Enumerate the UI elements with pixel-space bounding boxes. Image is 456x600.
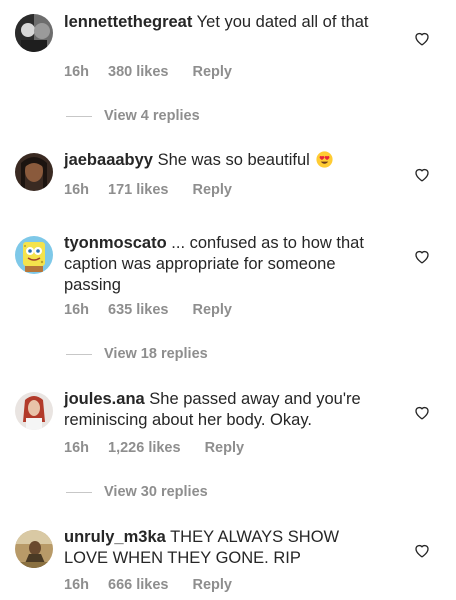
reply-button[interactable]: Reply (192, 64, 232, 80)
heart-outline-icon[interactable] (414, 405, 430, 420)
comment-username[interactable]: unruly_m3ka (64, 528, 166, 546)
replies-divider (66, 353, 92, 355)
replies-divider (66, 115, 92, 117)
comment-likes[interactable]: 1,226 likes (108, 440, 181, 456)
comment-likes[interactable]: 666 likes (108, 577, 168, 593)
reply-button[interactable]: Reply (192, 182, 232, 198)
comment-text-block: tyonmoscato ... confused as to how that … (64, 233, 384, 296)
heart-outline-icon[interactable] (414, 31, 430, 46)
view-replies-button[interactable]: View 4 replies (66, 108, 200, 124)
heart-outline-icon[interactable] (414, 167, 430, 182)
heart-outline-icon[interactable] (414, 249, 430, 264)
comment-username[interactable]: jaebaaabyy (64, 151, 153, 169)
avatar[interactable] (15, 153, 53, 191)
comment-text-block: joules.ana She passed away and you're re… (64, 389, 384, 431)
comment-meta: 16h 171 likes Reply (64, 182, 232, 198)
comment-time: 16h (64, 577, 89, 593)
comment-text-block: lennettethegreat Yet you dated all of th… (64, 12, 374, 33)
avatar[interactable] (15, 530, 53, 568)
comment-meta: 16h 380 likes Reply (64, 64, 232, 80)
reply-button[interactable]: Reply (205, 440, 245, 456)
heart-eyes-emoji-icon (316, 151, 334, 168)
comment-likes[interactable]: 635 likes (108, 302, 168, 318)
comment-text: She was so beautiful (157, 151, 310, 169)
view-replies-label: View 18 replies (104, 346, 208, 362)
avatar[interactable] (15, 392, 53, 430)
replies-divider (66, 491, 92, 493)
comment-likes[interactable]: 171 likes (108, 182, 168, 198)
comment-meta: 16h 635 likes Reply (64, 302, 232, 318)
reply-button[interactable]: Reply (192, 577, 232, 593)
comment-likes[interactable]: 380 likes (108, 64, 168, 80)
comment-meta: 16h 666 likes Reply (64, 577, 232, 593)
comment-username[interactable]: lennettethegreat (64, 13, 192, 31)
avatar[interactable] (15, 14, 53, 52)
comment-username[interactable]: tyonmoscato (64, 234, 167, 252)
comment-username[interactable]: joules.ana (64, 390, 145, 408)
reply-button[interactable]: Reply (192, 302, 232, 318)
comment-text-block: jaebaaabyy She was so beautiful (64, 150, 384, 171)
view-replies-button[interactable]: View 30 replies (66, 484, 208, 500)
view-replies-label: View 4 replies (104, 108, 200, 124)
comment-text: Yet you dated all of that (196, 13, 369, 31)
heart-outline-icon[interactable] (414, 543, 430, 558)
view-replies-label: View 30 replies (104, 484, 208, 500)
comment-time: 16h (64, 182, 89, 198)
comment-text-block: unruly_m3ka THEY ALWAYS SHOW LOVE WHEN T… (64, 527, 384, 569)
comment-time: 16h (64, 440, 89, 456)
comment-time: 16h (64, 302, 89, 318)
comment-time: 16h (64, 64, 89, 80)
view-replies-button[interactable]: View 18 replies (66, 346, 208, 362)
comment-meta: 16h 1,226 likes Reply (64, 440, 244, 456)
avatar[interactable] (15, 236, 53, 274)
